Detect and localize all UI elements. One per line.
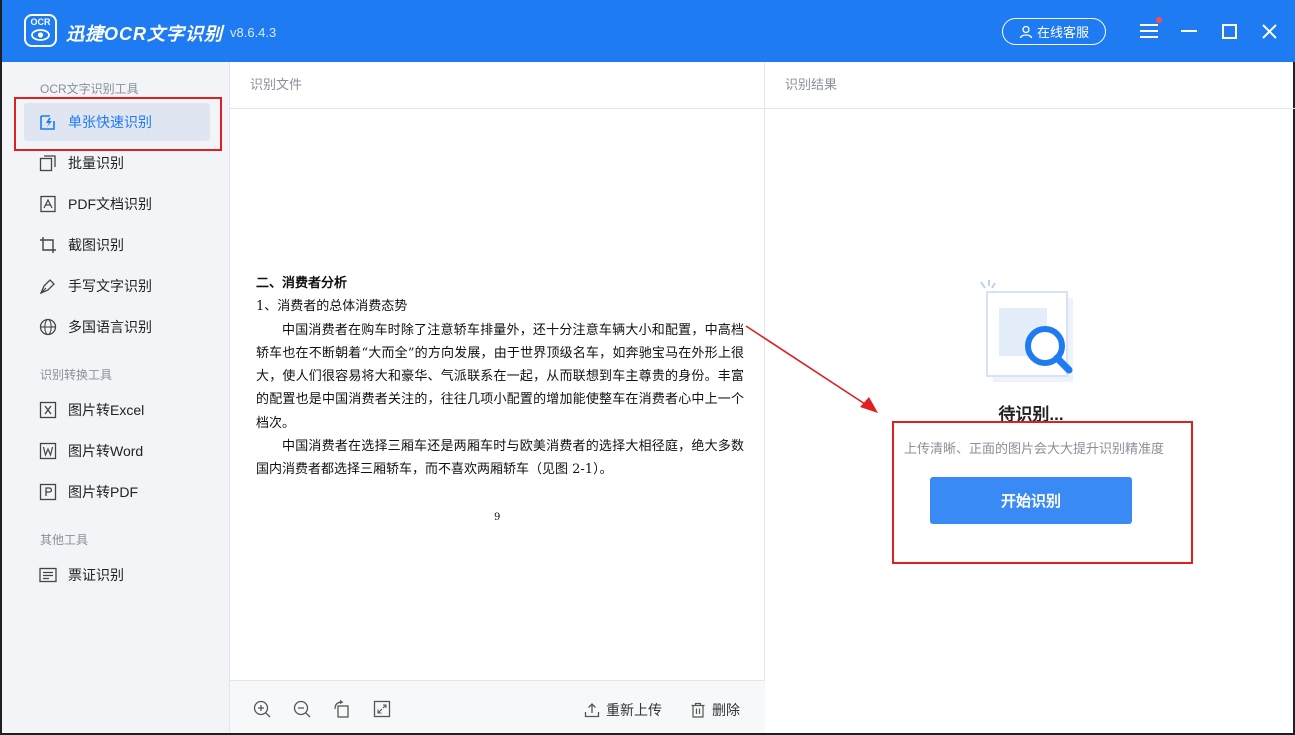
user-icon [1019,25,1033,38]
zoom-out-icon [293,700,311,718]
pen-icon [38,276,58,296]
app-window: OCR 迅捷OCR文字识别 v8.6.4.3 在线客服 OCR文字识别工具 单张… [0,0,1295,735]
sidebar-item-label: 批量识别 [68,155,124,171]
menu-button[interactable] [1138,17,1162,42]
minimize-button[interactable] [1178,20,1200,42]
doc-paragraph: 中国消费者在选择三厢车还是两厢车时与欧美消费者的选择大相径庭，绝大多数国内消费者… [256,439,744,478]
sidebar-item-handwriting[interactable]: 手写文字识别 [24,267,210,305]
sidebar-item-pdf-convert[interactable]: 图片转PDF [24,473,210,511]
sidebar-item-label: 截图识别 [68,237,124,253]
doc-page-number: 9 [494,512,501,523]
group-title-convert-tools: 识别转换工具 [40,368,113,382]
sidebar-item-multilingual[interactable]: 多国语言识别 [24,308,210,346]
title-bar: OCR 迅捷OCR文字识别 v8.6.4.3 在线客服 [2,0,1295,62]
close-icon [1261,23,1277,39]
crop-icon [38,235,58,255]
logo-text: OCR [30,17,51,27]
rotate-button[interactable] [332,699,352,719]
group-title-ocr-tools: OCR文字识别工具 [40,82,139,96]
zoom-in-button[interactable] [252,699,272,719]
highlight-box-sidebar [14,97,222,151]
reupload-button[interactable]: 重新上传 [584,700,662,720]
document-search-icon [980,280,1073,382]
delete-label: 删除 [712,702,740,718]
word-icon [38,441,58,461]
delete-button[interactable]: 删除 [690,700,740,720]
doc-paragraph: 中国消费者在购车时除了注意轿车排量外，还十分注意车辆大小和配置，中高档轿车也在不… [256,322,744,431]
excel-icon [38,400,58,420]
sidebar-item-word[interactable]: 图片转Word [24,432,210,470]
sidebar-item-label: 多国语言识别 [68,319,152,335]
app-title: 迅捷OCR文字识别 [66,24,223,44]
upload-icon [584,703,600,718]
pdf-icon [38,194,58,214]
document-preview: 二、消费者分析 1、消费者的总体消费态势 中国消费者在购车时除了注意轿车排量外，… [256,272,744,523]
close-button[interactable] [1258,20,1280,42]
globe-icon [38,317,58,337]
maximize-button[interactable] [1218,20,1240,42]
sidebar-item-ticket[interactable]: 票证识别 [24,556,210,594]
file-panel-header: 识别文件 [230,62,765,109]
annotation-arrow-icon [745,325,878,413]
hamburger-icon [1140,24,1158,38]
notification-dot [1156,17,1162,23]
highlight-box-result [892,421,1193,564]
maximize-icon [1221,23,1237,39]
rotate-icon [334,700,349,718]
doc-heading: 二、消费者分析 [256,276,348,291]
pdf-convert-icon [38,482,58,502]
sidebar-item-label: 手写文字识别 [68,278,152,294]
sidebar-item-label: 票证识别 [68,567,124,583]
customer-service-label: 在线客服 [1036,25,1089,40]
ticket-icon [38,565,58,585]
zoom-in-icon [253,700,271,718]
app-logo: OCR [24,14,57,47]
result-panel-header: 识别结果 [765,62,1295,109]
customer-service-button[interactable]: 在线客服 [1002,18,1106,45]
fit-screen-icon [373,700,391,718]
sidebar-item-excel[interactable]: 图片转Excel [24,391,210,429]
minimize-icon [1181,30,1197,32]
file-toolbar: 重新上传 删除 [230,680,765,733]
reupload-label: 重新上传 [606,702,662,718]
sidebar-item-screenshot[interactable]: 截图识别 [24,226,210,264]
group-title-other-tools: 其他工具 [40,533,89,547]
sidebar: OCR文字识别工具 单张快速识别 批量识别 PDF文档识别 截图识别 手写文字识… [2,62,230,733]
sidebar-item-label: PDF文档识别 [68,196,152,212]
batch-icon [38,153,58,173]
app-version: v8.6.4.3 [230,25,277,40]
trash-icon [691,702,705,718]
sidebar-item-label: 图片转Word [68,443,144,459]
sidebar-item-pdf[interactable]: PDF文档识别 [24,185,210,223]
sidebar-item-label: 图片转Excel [68,402,145,418]
sidebar-item-label: 图片转PDF [68,484,138,500]
zoom-out-button[interactable] [292,699,312,719]
doc-subheading: 1、消费者的总体消费态势 [256,299,408,315]
eye-icon [31,29,50,41]
fit-screen-button[interactable] [372,699,392,719]
